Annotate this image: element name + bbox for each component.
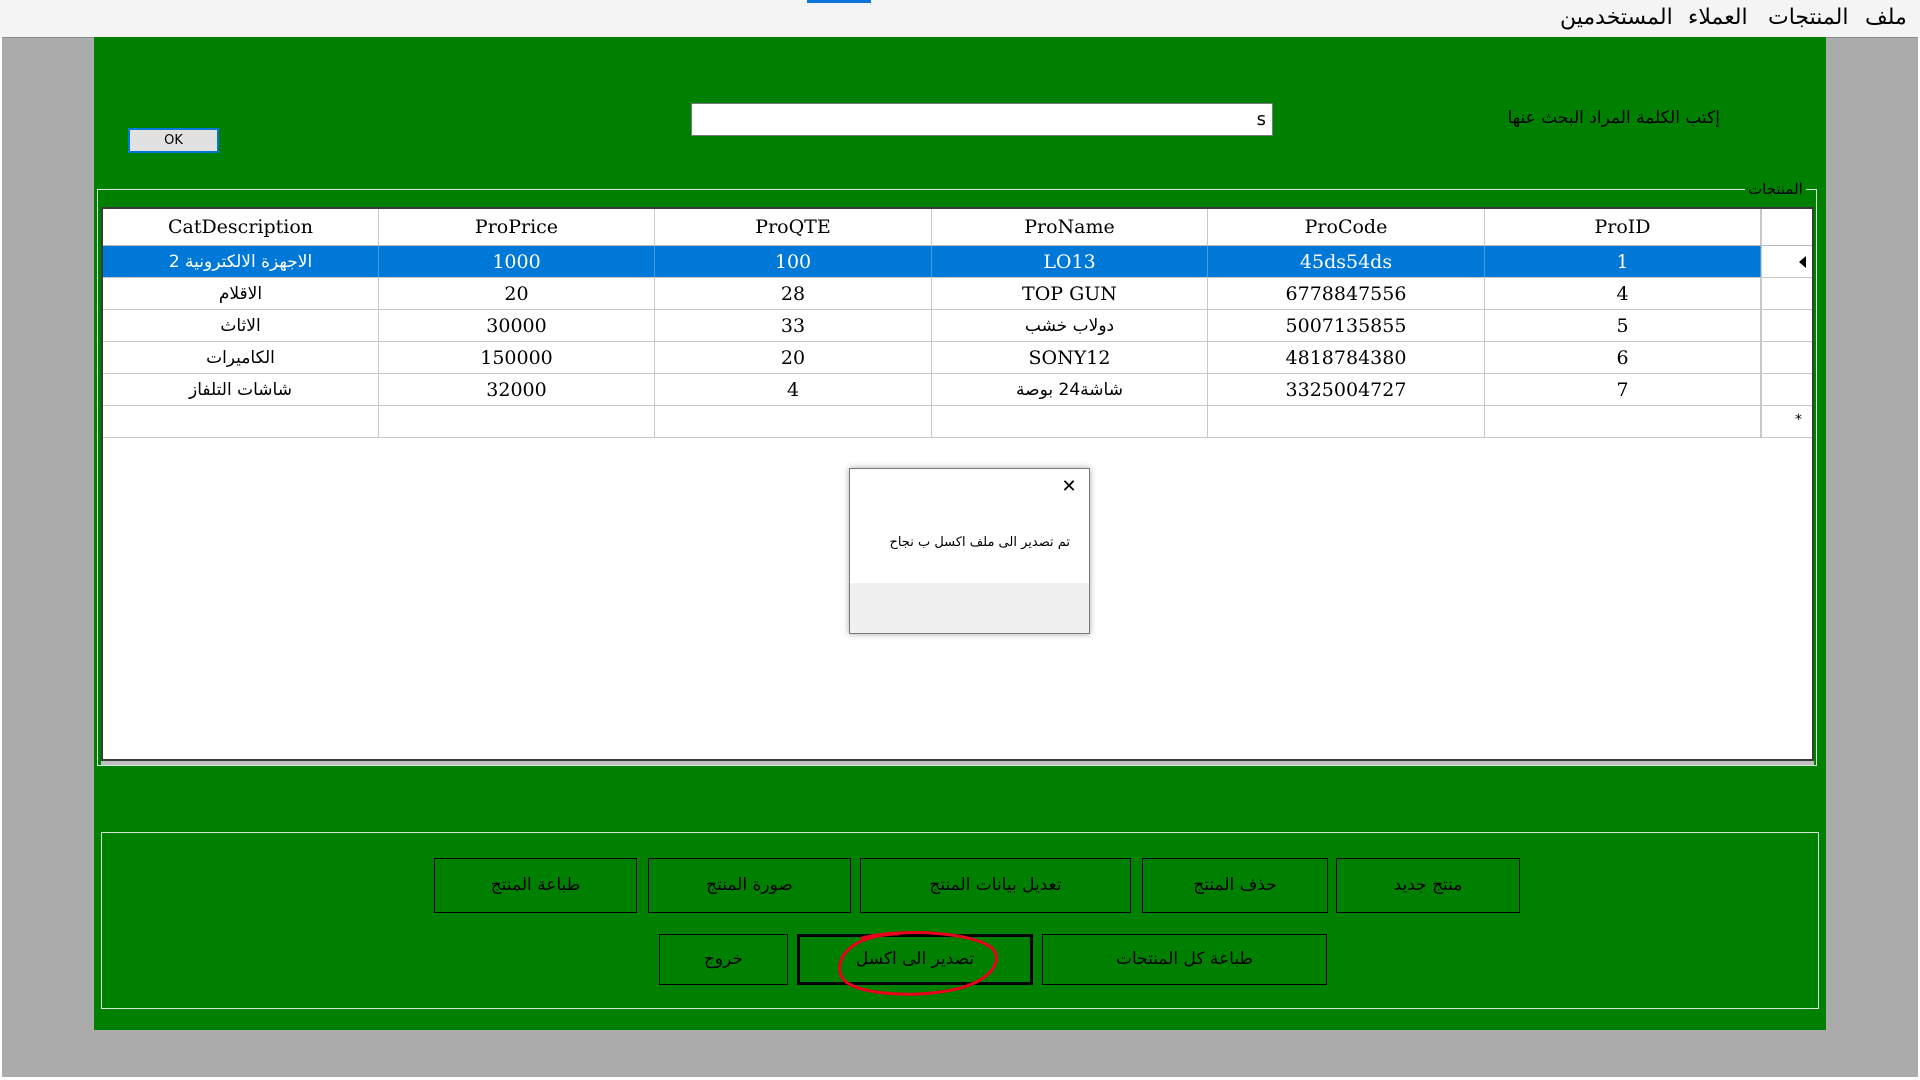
cell-catdescription[interactable]: الكاميرات	[103, 342, 379, 373]
current-row-indicator-icon	[1799, 256, 1806, 268]
new-row-marker: *	[1795, 412, 1802, 428]
column-header-proqte[interactable]: ProQTE	[655, 209, 932, 245]
table-row[interactable]: الاثاث 30000 33 دولاب خشب 5007135855 5	[103, 310, 1812, 342]
cell-proname[interactable]: شاشة24 بوصة	[932, 374, 1208, 405]
cell-proname[interactable]: SONY12	[932, 342, 1208, 373]
cell-proid[interactable]	[1485, 406, 1761, 437]
table-row[interactable]: الكاميرات 150000 20 SONY12 4818784380 6	[103, 342, 1812, 374]
column-header-proname[interactable]: ProName	[932, 209, 1208, 245]
cell-proqte[interactable]: 33	[655, 310, 932, 341]
search-input[interactable]: s	[691, 103, 1273, 136]
row-header[interactable]	[1761, 342, 1812, 373]
grid-header: CatDescription ProPrice ProQTE ProName P…	[103, 209, 1812, 246]
export-excel-button[interactable]: تصدير الى اكسل	[797, 934, 1033, 985]
search-label: إكتب الكلمة المراد البحث عنها	[1507, 108, 1720, 128]
new-product-button[interactable]: منتج جديد	[1336, 858, 1520, 913]
cell-proprice[interactable]: 1000	[379, 246, 655, 277]
grid-bottom-edge	[101, 761, 1814, 765]
message-box-text: تم تصدير الى ملف اكسل ب نجاح	[889, 535, 1070, 550]
row-header[interactable]	[1761, 310, 1812, 341]
taskbar-tab-hint	[807, 0, 871, 3]
cell-proid[interactable]: 7	[1485, 374, 1761, 405]
cell-proname[interactable]: دولاب خشب	[932, 310, 1208, 341]
cell-catdescription[interactable]: الاقلام	[103, 278, 379, 309]
cell-proqte[interactable]: 28	[655, 278, 932, 309]
cell-proqte[interactable]: 4	[655, 374, 932, 405]
cell-proqte[interactable]: 100	[655, 246, 932, 277]
grid-corner-header	[1761, 209, 1812, 245]
exit-button[interactable]: خروج	[659, 934, 788, 985]
menu-products[interactable]: المنتجات	[1768, 4, 1848, 32]
cell-proqte[interactable]	[655, 406, 932, 437]
cell-proid[interactable]: 4	[1485, 278, 1761, 309]
menu-users[interactable]: المستخدمين	[1560, 4, 1673, 32]
cell-procode[interactable]: 5007135855	[1208, 310, 1485, 341]
message-box-footer	[850, 583, 1089, 633]
row-header[interactable]	[1761, 374, 1812, 405]
cell-proqte[interactable]: 20	[655, 342, 932, 373]
cell-proprice[interactable]: 20	[379, 278, 655, 309]
table-row[interactable]: الاجهزة الالكترونية 2 1000 100 LO13 45ds…	[103, 246, 1812, 278]
cell-proprice[interactable]: 150000	[379, 342, 655, 373]
table-row-new[interactable]: *	[103, 406, 1812, 438]
ok-button[interactable]: OK	[128, 128, 219, 153]
table-row[interactable]: شاشات التلفاز 32000 4 شاشة24 بوصة 332500…	[103, 374, 1812, 406]
delete-product-button[interactable]: حذف المنتج	[1142, 858, 1328, 913]
print-product-button[interactable]: طباعة المنتج	[434, 858, 637, 913]
print-all-products-button[interactable]: طباعة كل المنتجات	[1042, 934, 1327, 985]
table-row[interactable]: الاقلام 20 28 TOP GUN 6778847556 4	[103, 278, 1812, 310]
message-box-dialog: ✕ تم تصدير الى ملف اكسل ب نجاح	[849, 468, 1090, 634]
row-header[interactable]	[1761, 278, 1812, 309]
cell-proid[interactable]: 1	[1485, 246, 1761, 277]
row-header[interactable]	[1761, 246, 1812, 277]
screen: ملف المنتجات العملاء المستخدمين إكتب الك…	[0, 0, 1920, 1080]
cell-proprice[interactable]: 32000	[379, 374, 655, 405]
cell-catdescription[interactable]: شاشات التلفاز	[103, 374, 379, 405]
product-image-button[interactable]: صورة المنتج	[648, 858, 851, 913]
cell-proid[interactable]: 6	[1485, 342, 1761, 373]
cell-proname[interactable]: LO13	[932, 246, 1208, 277]
column-header-proprice[interactable]: ProPrice	[379, 209, 655, 245]
cell-procode[interactable]: 3325004727	[1208, 374, 1485, 405]
cell-procode[interactable]	[1208, 406, 1485, 437]
menu-customers[interactable]: العملاء	[1688, 4, 1748, 32]
cell-proid[interactable]: 5	[1485, 310, 1761, 341]
row-header[interactable]: *	[1761, 406, 1812, 437]
column-header-catdescription[interactable]: CatDescription	[103, 209, 379, 245]
cell-procode[interactable]: 4818784380	[1208, 342, 1485, 373]
edit-product-button[interactable]: تعديل بيانات المنتج	[860, 858, 1131, 913]
cell-proname[interactable]: TOP GUN	[932, 278, 1208, 309]
cell-catdescription[interactable]: الاثاث	[103, 310, 379, 341]
column-header-proid[interactable]: ProID	[1485, 209, 1761, 245]
column-header-procode[interactable]: ProCode	[1208, 209, 1485, 245]
menu-bar: ملف المنتجات العملاء المستخدمين	[0, 0, 1920, 37]
close-icon[interactable]: ✕	[1061, 478, 1077, 496]
products-group-title: المنتجات	[1745, 180, 1806, 200]
cell-proprice[interactable]	[379, 406, 655, 437]
cell-proprice[interactable]: 30000	[379, 310, 655, 341]
cell-catdescription[interactable]: الاجهزة الالكترونية 2	[103, 246, 379, 277]
cell-catdescription[interactable]	[103, 406, 379, 437]
cell-proname[interactable]	[932, 406, 1208, 437]
menu-file[interactable]: ملف	[1865, 4, 1907, 32]
cell-procode[interactable]: 6778847556	[1208, 278, 1485, 309]
cell-procode[interactable]: 45ds54ds	[1208, 246, 1485, 277]
